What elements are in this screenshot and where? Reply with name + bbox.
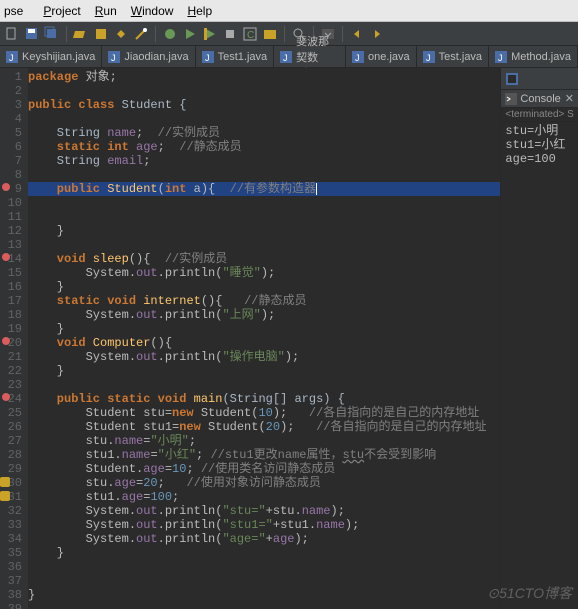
menu-project[interactable]: Project: [43, 4, 80, 18]
tab-test1[interactable]: J Test1.java: [196, 46, 275, 67]
menu-window[interactable]: Window: [131, 4, 174, 18]
svg-text:J: J: [355, 53, 360, 63]
separator: [284, 26, 285, 42]
side-panel: Console ✕ <terminated> S stu=小明 stu1=小红 …: [500, 68, 578, 609]
menu-help[interactable]: Help: [187, 4, 212, 18]
side-panel-top: [501, 68, 578, 90]
tab-method[interactable]: J Method.java: [489, 46, 578, 67]
menu-bar: pse Project Run Window Help: [0, 0, 578, 22]
save-icon[interactable]: [24, 26, 40, 42]
tab-label: Test1.java: [218, 51, 268, 63]
separator: [155, 26, 156, 42]
debug-icon[interactable]: [162, 26, 178, 42]
tab-keyshijian[interactable]: J Keyshijian.java: [0, 46, 102, 67]
tab-one[interactable]: Jone.java: [346, 46, 417, 67]
svg-text:J: J: [111, 53, 116, 63]
main-area: 1234567891011121314151617181920212223242…: [0, 68, 578, 609]
coverage-icon[interactable]: [202, 26, 218, 42]
code-editor[interactable]: 1234567891011121314151617181920212223242…: [0, 68, 500, 609]
title-fragment: pse: [4, 4, 23, 18]
svg-text:C: C: [247, 30, 254, 41]
tab-fibonacci[interactable]: J斐波那契数列.java: [274, 46, 346, 67]
new-class-icon[interactable]: C: [242, 26, 258, 42]
breakpoint-icon[interactable]: [2, 253, 10, 261]
text-caret: [316, 183, 317, 195]
wand-icon[interactable]: [133, 26, 149, 42]
warning-icon[interactable]: [0, 491, 10, 501]
build-icon[interactable]: [93, 26, 109, 42]
svg-text:J: J: [498, 53, 503, 63]
save-all-icon[interactable]: [44, 26, 60, 42]
breakpoint-icon[interactable]: [2, 337, 10, 345]
perspective-icon[interactable]: [505, 72, 519, 86]
back-icon[interactable]: [349, 26, 365, 42]
tab-label: Test.java: [439, 51, 482, 63]
svg-text:J: J: [9, 53, 14, 63]
console-tab[interactable]: Console ✕: [501, 90, 578, 108]
tab-label: one.java: [368, 51, 410, 63]
tab-test[interactable]: J Test.java: [417, 46, 489, 67]
breakpoint-icon[interactable]: [2, 393, 10, 401]
toolbar: C: [0, 22, 578, 46]
line-gutter[interactable]: 1234567891011121314151617181920212223242…: [0, 68, 28, 609]
console-tab-label: Console: [520, 93, 560, 105]
link-icon[interactable]: [113, 26, 129, 42]
breakpoint-icon[interactable]: [2, 183, 10, 191]
separator: [66, 26, 67, 42]
tab-label: Keyshijian.java: [22, 51, 95, 63]
code-area[interactable]: package 对象; public class Student { Strin…: [28, 68, 500, 609]
svg-text:J: J: [283, 53, 288, 63]
new-package-icon[interactable]: [262, 26, 278, 42]
menu-run[interactable]: Run: [95, 4, 117, 18]
tab-label: Method.java: [511, 51, 571, 63]
warning-icon[interactable]: [0, 477, 10, 487]
run-icon[interactable]: [182, 26, 198, 42]
separator: [342, 26, 343, 42]
console-icon: [505, 93, 517, 105]
stop-icon[interactable]: [222, 26, 238, 42]
new-icon[interactable]: [4, 26, 20, 42]
editor-tabs: J Keyshijian.java J Jiaodian.java J Test1.j…: [0, 46, 578, 68]
svg-text:J: J: [205, 53, 210, 63]
console-status: <terminated> S: [501, 108, 578, 122]
close-icon[interactable]: ✕: [565, 92, 574, 105]
svg-text:J: J: [426, 53, 431, 63]
tab-label: Jiaodian.java: [124, 51, 188, 63]
open-icon[interactable]: [73, 26, 89, 42]
forward-icon[interactable]: [369, 26, 385, 42]
tab-jiaodian[interactable]: J Jiaodian.java: [102, 46, 195, 67]
console-output[interactable]: stu=小明 stu1=小红 age=100: [501, 122, 578, 609]
